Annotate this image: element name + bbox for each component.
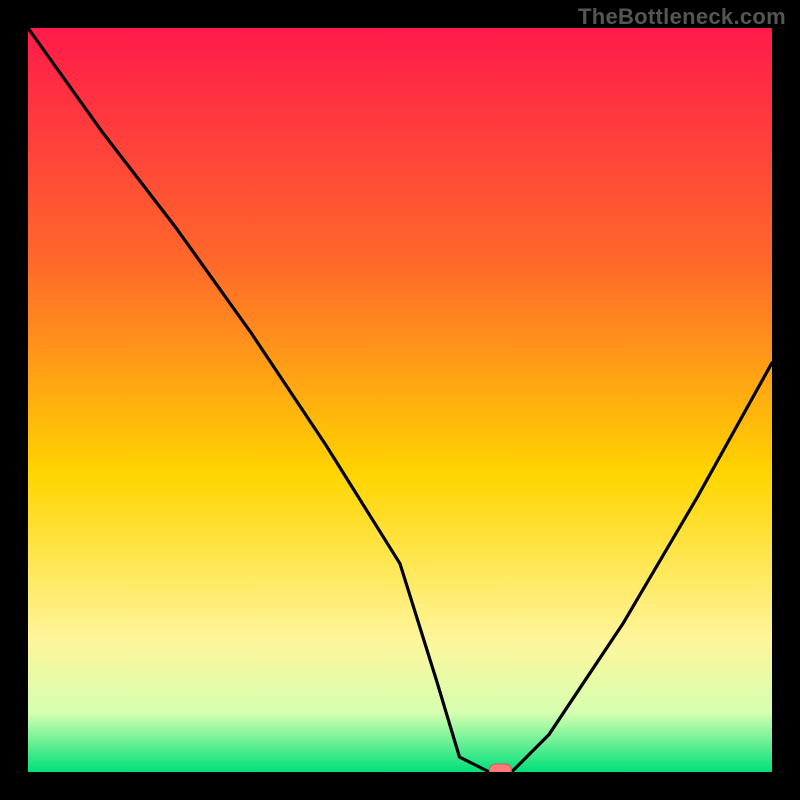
watermark-text: TheBottleneck.com [578,4,786,30]
optimal-marker [489,764,511,772]
gradient-background [28,28,772,772]
plot-area [28,28,772,772]
chart-frame: TheBottleneck.com [0,0,800,800]
bottleneck-chart [28,28,772,772]
